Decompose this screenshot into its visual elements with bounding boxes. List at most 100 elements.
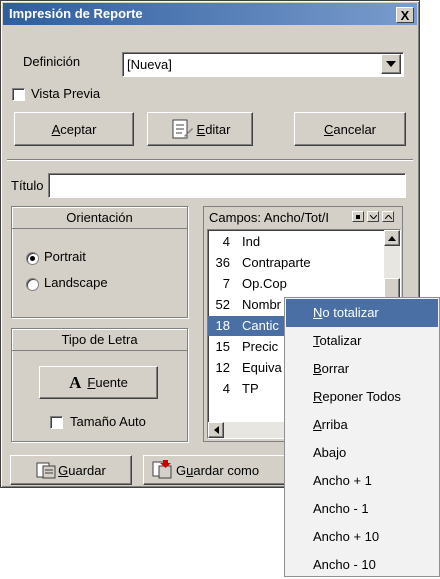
- menu-item-label: rriba: [321, 417, 348, 432]
- menu-item-label: Ancho + 1: [313, 473, 372, 488]
- menu-item-ancho-minus-1[interactable]: Ancho - 1: [286, 495, 438, 523]
- campos-toggle-button[interactable]: [352, 211, 364, 222]
- scroll-left-button[interactable]: [208, 422, 224, 438]
- campos-header: Campos: Ancho/Tot/I: [209, 210, 329, 225]
- menu-item-label: otalizar: [319, 333, 362, 348]
- list-item[interactable]: 4 Ind: [208, 232, 380, 252]
- chevron-up-icon: [384, 214, 392, 219]
- cancelar-label: ancelar: [333, 121, 377, 137]
- row-name: Nombr: [242, 297, 282, 312]
- mnemonic: R: [313, 389, 323, 404]
- aceptar-label: ceptar: [60, 121, 97, 137]
- definicion-dropdown-button[interactable]: [381, 54, 401, 74]
- vista-previa-checkbox[interactable]: [12, 88, 25, 101]
- editar-mnemonic: E: [196, 121, 206, 137]
- mnemonic: N: [313, 305, 323, 320]
- menu-item-label: eponer Todos: [322, 389, 401, 404]
- menu-item-borrar[interactable]: Borrar: [286, 355, 438, 383]
- guardar-mnemonic: G: [58, 462, 69, 478]
- vista-previa-label: Vista Previa: [31, 86, 101, 101]
- row-num: 4: [222, 234, 230, 249]
- menu-item-abajo[interactable]: Abajo: [286, 439, 438, 467]
- arrow-up-icon: [388, 235, 396, 241]
- save-icon: [36, 462, 56, 479]
- close-icon: X: [400, 7, 410, 23]
- cancelar-button[interactable]: Cancelar: [294, 112, 406, 146]
- fuente-label: uente: [95, 375, 128, 390]
- menu-item-ancho-plus-1[interactable]: Ancho + 1: [286, 467, 438, 495]
- aceptar-mnemonic: A: [51, 121, 61, 137]
- row-num: 7: [222, 276, 230, 291]
- fuente-button[interactable]: A Fuente: [39, 366, 158, 399]
- menu-item-ancho-minus-10[interactable]: Ancho - 10: [286, 551, 438, 579]
- list-item[interactable]: 7 Op.Cop: [208, 274, 380, 294]
- row-name: TP: [242, 381, 259, 396]
- portrait-radio[interactable]: [26, 252, 39, 265]
- row-num: 4: [222, 381, 230, 396]
- row-num: 52: [215, 297, 230, 312]
- menu-item-ancho-plus-10[interactable]: Ancho + 10: [286, 523, 438, 551]
- context-menu: No totalizar Totalizar Borrar Reponer To…: [284, 297, 440, 577]
- definicion-value: [Nueva]: [127, 57, 172, 72]
- radio-dot: [30, 256, 35, 261]
- campos-down-button[interactable]: [367, 211, 379, 222]
- row-num: 36: [215, 255, 230, 270]
- row-name: Ind: [242, 234, 261, 249]
- tamano-auto-label: Tamaño Auto: [70, 414, 146, 429]
- mnemonic: B: [313, 361, 322, 376]
- chevron-down-icon: [369, 214, 377, 219]
- chevron-down-icon: [386, 61, 396, 67]
- arrow-left-icon: [213, 426, 219, 434]
- editar-button[interactable]: Editar: [147, 112, 253, 146]
- row-num: 15: [215, 339, 230, 354]
- orientacion-group: Orientación Portrait Landscape: [11, 206, 188, 318]
- menu-item-arriba[interactable]: Arriba: [286, 411, 438, 439]
- scroll-up-button[interactable]: [384, 230, 400, 246]
- row-num: 12: [215, 360, 230, 375]
- landscape-radio[interactable]: [26, 278, 39, 291]
- save-as-icon: [152, 460, 172, 479]
- square-icon: [356, 214, 360, 219]
- tipo-letra-title: Tipo de Letra: [12, 329, 187, 351]
- row-name: Equiva: [242, 360, 282, 375]
- menu-item-label: o totalizar: [322, 305, 379, 320]
- menu-item-reponer-todos[interactable]: Reponer Todos: [286, 383, 438, 411]
- orientacion-title: Orientación: [12, 207, 187, 229]
- menu-item-label: Ancho - 1: [313, 501, 369, 516]
- definicion-label: Definición: [23, 54, 81, 69]
- portrait-label: Portrait: [44, 249, 86, 264]
- menu-item-label: Ancho - 10: [313, 557, 376, 572]
- cancelar-mnemonic: C: [323, 121, 334, 137]
- menu-item-label: Ancho + 10: [313, 529, 380, 544]
- row-num: 18: [215, 318, 230, 333]
- guardar-button[interactable]: Guardar: [10, 455, 132, 485]
- menu-item-label: Abajo: [313, 445, 347, 460]
- window-title: Impresión de Reporte: [9, 6, 143, 21]
- guardar-como-label: ardar como: [193, 462, 260, 478]
- edit-document-icon: [172, 119, 193, 139]
- editar-label: ditar: [205, 121, 231, 137]
- mnemonic: A: [313, 417, 322, 432]
- landscape-label: Landscape: [44, 275, 108, 290]
- font-icon: A: [69, 372, 82, 392]
- fuente-mnemonic: F: [87, 375, 96, 390]
- title-bar[interactable]: Impresión de Reporte X: [3, 3, 417, 25]
- guardar-como-button[interactable]: Gu ardar como: [143, 455, 293, 485]
- menu-item-no-totalizar[interactable]: No totalizar: [286, 299, 438, 327]
- separator: [7, 159, 413, 161]
- titulo-input[interactable]: [48, 173, 406, 198]
- guardar-como-mnemonic: u: [186, 462, 194, 478]
- close-button[interactable]: X: [396, 7, 414, 23]
- definicion-select[interactable]: [Nueva]: [122, 52, 404, 77]
- titulo-label: Título: [11, 178, 44, 193]
- campos-up-button[interactable]: [382, 211, 394, 222]
- row-name: Contraparte: [242, 255, 311, 270]
- guardar-como-pre: G: [176, 462, 187, 478]
- list-item[interactable]: 36 Contraparte: [208, 253, 380, 273]
- tamano-auto-checkbox[interactable]: [50, 416, 63, 429]
- row-name: Cantic: [242, 318, 279, 333]
- menu-item-label: orrar: [321, 361, 350, 376]
- aceptar-button[interactable]: Aceptar: [14, 112, 134, 146]
- tipo-letra-group: Tipo de Letra A Fuente Tamaño Auto: [11, 328, 188, 442]
- menu-item-totalizar[interactable]: Totalizar: [286, 327, 438, 355]
